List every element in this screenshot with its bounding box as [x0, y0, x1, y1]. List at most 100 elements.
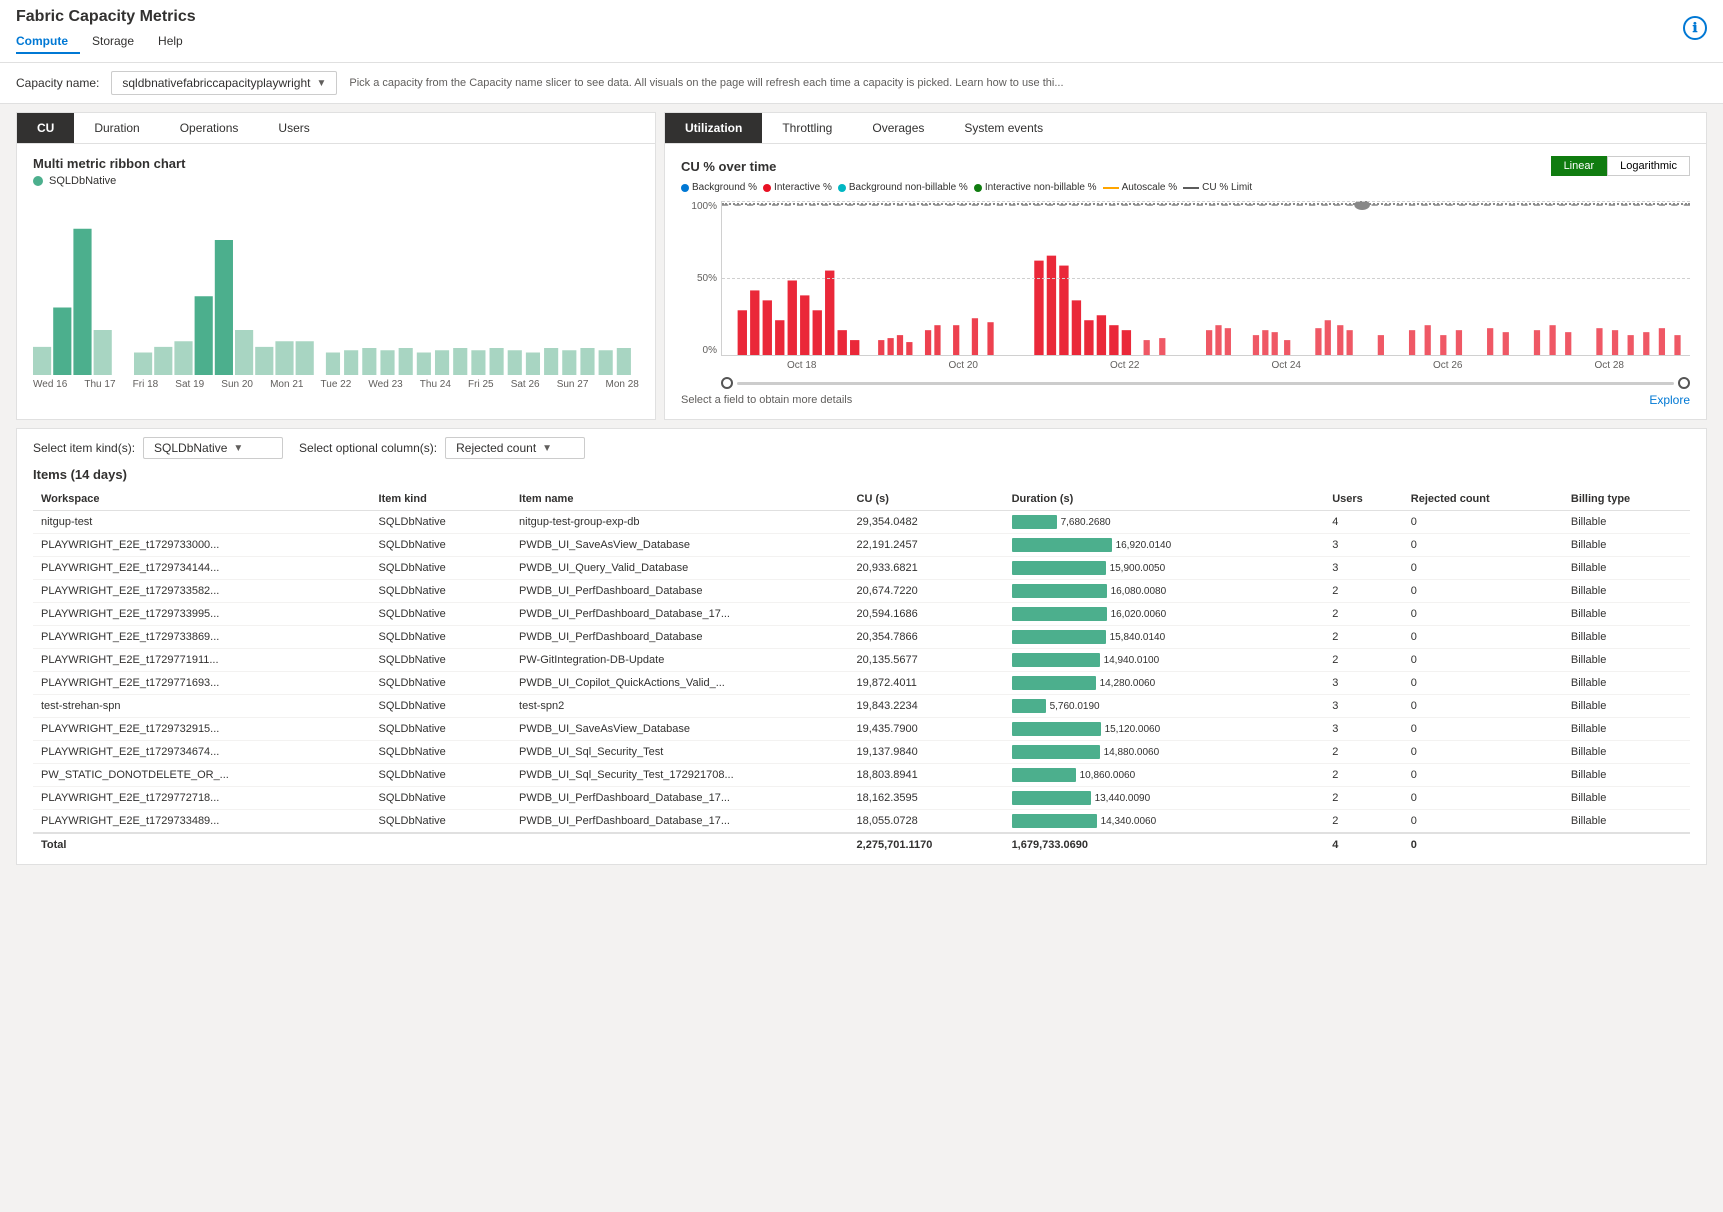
- capacity-label: Capacity name:: [16, 76, 99, 90]
- table-row: test-strehan-spn SQLDbNative test-spn2 1…: [33, 695, 1690, 718]
- item-kind-select[interactable]: SQLDbNative ▼: [143, 437, 283, 459]
- cell-users: 3: [1324, 718, 1403, 741]
- tab-overages[interactable]: Overages: [852, 113, 944, 143]
- col-workspace[interactable]: Workspace: [33, 488, 371, 511]
- table-row: PLAYWRIGHT_E2E_t1729734144... SQLDbNativ…: [33, 557, 1690, 580]
- cell-duration-s: 14,880.0060: [1004, 741, 1325, 764]
- col-users[interactable]: Users: [1324, 488, 1403, 511]
- cell-users: 2: [1324, 787, 1403, 810]
- scale-log-button[interactable]: Logarithmic: [1607, 156, 1690, 176]
- legend-interactive-label: Interactive %: [774, 182, 832, 193]
- cell-cu-s: 20,674.7220: [849, 580, 1004, 603]
- tab-cu[interactable]: CU: [17, 113, 74, 143]
- capacity-select[interactable]: sqldbnativefabriccapacityplaywright ▼: [111, 71, 337, 95]
- cell-duration-s: 14,280.0060: [1004, 672, 1325, 695]
- cell-item-kind: SQLDbNative: [371, 718, 512, 741]
- cell-workspace: PW_STATIC_DONOTDELETE_OR_...: [33, 764, 371, 787]
- cell-users: 3: [1324, 695, 1403, 718]
- tab-system-events[interactable]: System events: [944, 113, 1063, 143]
- cell-rejected: 0: [1403, 649, 1563, 672]
- app-title: Fabric Capacity Metrics: [16, 8, 1707, 26]
- cell-cu-s: 18,803.8941: [849, 764, 1004, 787]
- x-label-3: Oct 24: [1272, 360, 1301, 371]
- legend-autoscale-line: [1103, 187, 1119, 189]
- cell-billing: Billable: [1563, 764, 1690, 787]
- ribbon-chart-area: Multi metric ribbon chart SQLDbNative: [17, 144, 655, 402]
- legend-int-nonbillable: Interactive non-billable %: [974, 182, 1097, 193]
- cell-duration-s: 15,900.0050: [1004, 557, 1325, 580]
- cell-billing: Billable: [1563, 557, 1690, 580]
- optional-col-filter: Select optional column(s): Rejected coun…: [299, 437, 585, 459]
- cell-item-name: test-spn2: [511, 695, 849, 718]
- table-row: PLAYWRIGHT_E2E_t1729733000... SQLDbNativ…: [33, 534, 1690, 557]
- col-item-kind[interactable]: Item kind: [371, 488, 512, 511]
- bottom-panel: Select item kind(s): SQLDbNative ▼ Selec…: [16, 428, 1707, 865]
- cell-billing: Billable: [1563, 672, 1690, 695]
- slider-right-handle[interactable]: [1678, 377, 1690, 389]
- cell-rejected: 0: [1403, 764, 1563, 787]
- cell-cu-s: 19,843.2234: [849, 695, 1004, 718]
- cell-item-kind: SQLDbNative: [371, 626, 512, 649]
- cell-workspace: nitgup-test: [33, 511, 371, 534]
- cell-item-kind: SQLDbNative: [371, 649, 512, 672]
- col-item-name[interactable]: Item name: [511, 488, 849, 511]
- date-label-9: Fri 25: [468, 379, 494, 390]
- col-cu-s[interactable]: CU (s): [849, 488, 1004, 511]
- date-label-1: Thu 17: [84, 379, 115, 390]
- cell-duration-s: 10,860.0060: [1004, 764, 1325, 787]
- capacity-value: sqldbnativefabriccapacityplaywright: [122, 76, 310, 90]
- col-duration-s[interactable]: Duration (s): [1004, 488, 1325, 511]
- slider-left-handle[interactable]: [721, 377, 733, 389]
- footer-users: 4: [1324, 833, 1403, 856]
- app-nav: Compute Storage Help: [16, 30, 1707, 54]
- footer-empty-name: [511, 833, 849, 856]
- table-row: PLAYWRIGHT_E2E_t1729734674... SQLDbNativ…: [33, 741, 1690, 764]
- time-slider[interactable]: [721, 377, 1690, 389]
- footer-duration: 1,679,733.0690: [1004, 833, 1325, 856]
- cell-billing: Billable: [1563, 603, 1690, 626]
- cell-users: 2: [1324, 603, 1403, 626]
- nav-storage[interactable]: Storage: [80, 30, 146, 54]
- optional-col-value: Rejected count: [456, 441, 536, 455]
- tab-operations[interactable]: Operations: [160, 113, 259, 143]
- tab-duration[interactable]: Duration: [74, 113, 159, 143]
- item-kind-chevron: ▼: [233, 443, 243, 454]
- cell-workspace: PLAYWRIGHT_E2E_t1729771693...: [33, 672, 371, 695]
- capacity-bar: Capacity name: sqldbnativefabriccapacity…: [0, 63, 1723, 104]
- tab-utilization[interactable]: Utilization: [665, 113, 762, 143]
- col-billing[interactable]: Billing type: [1563, 488, 1690, 511]
- cu-legend: Background % Interactive % Background no…: [681, 182, 1690, 193]
- info-icon[interactable]: ℹ: [1683, 16, 1707, 40]
- footer-empty-kind: [371, 833, 512, 856]
- item-kind-label: Select item kind(s):: [33, 441, 135, 455]
- cell-cu-s: 20,135.5677: [849, 649, 1004, 672]
- x-label-5: Oct 28: [1595, 360, 1624, 371]
- cell-item-kind: SQLDbNative: [371, 580, 512, 603]
- cell-item-name: PWDB_UI_Sql_Security_Test_172921708...: [511, 764, 849, 787]
- legend-int-nonbillable-dot: [974, 184, 982, 192]
- table-row: nitgup-test SQLDbNative nitgup-test-grou…: [33, 511, 1690, 534]
- cell-workspace: PLAYWRIGHT_E2E_t1729771911...: [33, 649, 371, 672]
- date-label-0: Wed 16: [33, 379, 67, 390]
- tab-users[interactable]: Users: [258, 113, 329, 143]
- cell-item-kind: SQLDbNative: [371, 741, 512, 764]
- nav-compute[interactable]: Compute: [16, 30, 80, 54]
- explore-link[interactable]: Explore: [1649, 393, 1690, 407]
- cell-item-kind: SQLDbNative: [371, 695, 512, 718]
- cell-billing: Billable: [1563, 695, 1690, 718]
- col-rejected[interactable]: Rejected count: [1403, 488, 1563, 511]
- cell-item-kind: SQLDbNative: [371, 787, 512, 810]
- optional-col-select[interactable]: Rejected count ▼: [445, 437, 585, 459]
- cell-duration-s: 5,760.0190: [1004, 695, 1325, 718]
- x-label-2: Oct 22: [1110, 360, 1139, 371]
- nav-help[interactable]: Help: [146, 30, 195, 54]
- util-tab-bar: Utilization Throttling Overages System e…: [665, 113, 1706, 144]
- tab-throttling[interactable]: Throttling: [762, 113, 852, 143]
- cell-rejected: 0: [1403, 511, 1563, 534]
- cell-item-kind: SQLDbNative: [371, 672, 512, 695]
- scale-linear-button[interactable]: Linear: [1551, 156, 1608, 176]
- legend-bg-nonbillable-dot: [838, 184, 846, 192]
- x-label-0: Oct 18: [787, 360, 816, 371]
- cell-cu-s: 18,055.0728: [849, 810, 1004, 834]
- cell-duration-s: 16,020.0060: [1004, 603, 1325, 626]
